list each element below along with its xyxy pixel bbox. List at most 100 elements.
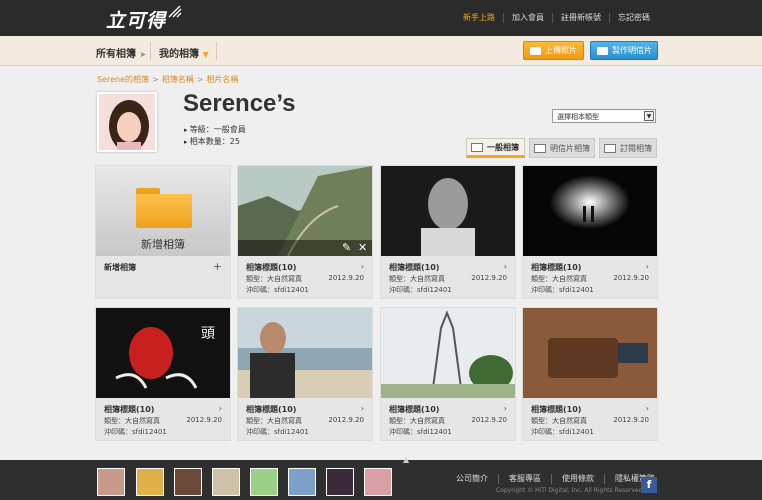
chevron-right-icon: ➤: [139, 50, 147, 59]
album-type: 類型：大自然寫真: [246, 275, 302, 283]
breadcrumb-item: 相片名稱: [206, 75, 239, 84]
album-card[interactable]: 頭 相簿標題(10) › 類型：大自然寫真 2012.9.20 沖印碼：sfdi…: [95, 307, 231, 441]
breadcrumb-separator: >: [152, 75, 159, 84]
album-card[interactable]: 相簿標題(10) › 類型：大自然寫真 2012.9.20 沖印碼：sfdi12…: [522, 165, 658, 299]
album-type: 類型：大自然寫真: [531, 417, 587, 425]
tab-all-albums[interactable]: 所有相簿 ➤: [96, 45, 146, 60]
chevron-right-icon[interactable]: ›: [646, 404, 649, 413]
album-type: 類型：大自然寫真: [389, 275, 445, 283]
chevron-right-icon[interactable]: ›: [219, 404, 222, 413]
copyright: Copyright © HiTi Digital, Inc. All Right…: [496, 487, 643, 494]
album-date: 2012.9.20: [186, 416, 222, 424]
make-postcard-label: 製作明信片: [612, 46, 652, 55]
album-print-code: 沖印碼：sfdi12401: [531, 428, 594, 436]
friend-thumb[interactable]: [288, 468, 316, 496]
friend-thumb[interactable]: [212, 468, 240, 496]
new-album-card[interactable]: 新增相簿 新增相簿 +: [95, 165, 231, 299]
album-print-code: 沖印碼：sfdi12401: [246, 286, 309, 294]
nav-getting-started[interactable]: 新手上路: [455, 13, 503, 23]
album-print-code: 沖印碼：sfdi12401: [246, 428, 309, 436]
album-thumb: 頭: [96, 308, 230, 398]
profile-name: Serence’s: [183, 90, 296, 117]
tab-general-albums[interactable]: 一般相簿: [466, 138, 525, 158]
album-card[interactable]: ✎ ✕ 相簿標題(10) › 類型：大自然寫真 2012.9.20 沖印碼：sf…: [237, 165, 373, 299]
nav-register[interactable]: 註冊新帳號: [552, 13, 609, 23]
album-card[interactable]: 相簿標題(10) › 類型：大自然寫真 2012.9.20 沖印碼：sfdi12…: [522, 307, 658, 441]
album-thumb: ✎ ✕: [238, 166, 372, 256]
friend-thumb[interactable]: [136, 468, 164, 496]
album-thumb: [523, 308, 657, 398]
album-title[interactable]: 相簿標題(10): [389, 404, 439, 415]
make-postcard-button[interactable]: 製作明信片: [590, 41, 658, 60]
album-title[interactable]: 相簿標題(10): [104, 404, 154, 415]
tab-my-albums-label: 我的相簿: [159, 49, 199, 60]
new-album-thumb: 新增相簿: [96, 166, 230, 256]
folder-icon-body: [136, 194, 192, 228]
chevron-up-icon[interactable]: ▲: [403, 455, 409, 464]
album-type-select-value: 選擇相本類型: [557, 113, 599, 121]
close-icon[interactable]: ✕: [358, 241, 367, 254]
album-date: 2012.9.20: [613, 416, 649, 424]
footer-links: 公司簡介 客服專區 使用條款 隱私權策略: [446, 474, 665, 484]
upload-photo-button[interactable]: 上傳照片: [523, 41, 584, 60]
postcard-icon: [534, 143, 546, 153]
breadcrumb-item[interactable]: 相簿名稱: [162, 75, 194, 84]
subscribe-icon: [604, 143, 616, 153]
friend-thumb[interactable]: [174, 468, 202, 496]
chevron-down-icon: ▼: [202, 50, 209, 59]
album-print-code: 沖印碼：sfdi12401: [389, 428, 452, 436]
breadcrumb-separator: >: [196, 75, 204, 84]
profile-meta: 等級：一般會員 相本數量：25: [184, 124, 246, 148]
album-type: 類型：大自然寫真: [104, 417, 160, 425]
chevron-down-icon: ▼: [644, 111, 654, 121]
avatar-image: [99, 94, 155, 150]
album-date: 2012.9.20: [328, 274, 364, 282]
album-icon: [471, 142, 483, 152]
album-card[interactable]: 相簿標題(10) › 類型：大自然寫真 2012.9.20 沖印碼：sfdi12…: [380, 165, 516, 299]
chevron-right-icon[interactable]: ›: [361, 262, 364, 271]
site-logo[interactable]: 立可得: [106, 6, 166, 32]
footer-link-about[interactable]: 公司簡介: [446, 474, 498, 484]
plus-icon[interactable]: +: [213, 260, 222, 273]
new-album-label: 新增相簿: [141, 238, 185, 251]
tab-my-albums[interactable]: 我的相簿 ▼: [159, 45, 209, 60]
friend-thumb[interactable]: [97, 468, 125, 496]
album-type-select[interactable]: 選擇相本類型 ▼: [552, 109, 656, 123]
tab-subscribed-albums-label: 訂閱相簿: [620, 143, 652, 153]
nav-forgot-password[interactable]: 忘記密碼: [609, 13, 658, 23]
chevron-right-icon[interactable]: ›: [646, 262, 649, 271]
tab-subscribed-albums[interactable]: 訂閱相簿: [599, 138, 657, 158]
album-title[interactable]: 相簿標題(10): [531, 404, 581, 415]
friend-thumb[interactable]: [250, 468, 278, 496]
footer-link-support[interactable]: 客服專區: [498, 474, 551, 484]
breadcrumb-item[interactable]: Serene的相簿: [97, 75, 149, 84]
album-title[interactable]: 相簿標題(10): [246, 404, 296, 415]
album-thumb: [381, 166, 515, 256]
album-type: 類型：大自然寫真: [246, 417, 302, 425]
album-card[interactable]: 相簿標題(10) › 類型：大自然寫真 2012.9.20 沖印碼：sfdi12…: [237, 307, 373, 441]
friend-thumb[interactable]: [326, 468, 354, 496]
album-type: 類型：大自然寫真: [531, 275, 587, 283]
tab-postcard-albums-label: 明信片相簿: [550, 143, 590, 153]
top-nav: 新手上路 加入會員 註冊新帳號 忘記密碼: [455, 13, 658, 23]
album-title[interactable]: 相簿標題(10): [531, 262, 581, 273]
album-title[interactable]: 相簿標題(10): [389, 262, 439, 273]
friend-thumb[interactable]: [364, 468, 392, 496]
album-title[interactable]: 相簿標題(10): [246, 262, 296, 273]
chevron-right-icon[interactable]: ›: [504, 404, 507, 413]
album-type: 類型：大自然寫真: [389, 417, 445, 425]
tab-general-albums-label: 一般相簿: [487, 142, 519, 152]
tab-postcard-albums[interactable]: 明信片相簿: [529, 138, 595, 158]
nav-join[interactable]: 加入會員: [503, 13, 552, 23]
album-card[interactable]: 相簿標題(10) › 類型：大自然寫真 2012.9.20 沖印碼：sfdi12…: [380, 307, 516, 441]
facebook-icon[interactable]: f: [641, 477, 657, 493]
chevron-right-icon[interactable]: ›: [361, 404, 364, 413]
upload-icon: [530, 46, 541, 55]
edit-icon[interactable]: ✎: [342, 241, 351, 254]
album-date: 2012.9.20: [613, 274, 649, 282]
footer-link-terms[interactable]: 使用條款: [551, 474, 604, 484]
avatar[interactable]: [97, 92, 157, 152]
chevron-right-icon[interactable]: ›: [504, 262, 507, 271]
new-album-title: 新增相簿: [104, 263, 136, 272]
album-date: 2012.9.20: [328, 416, 364, 424]
